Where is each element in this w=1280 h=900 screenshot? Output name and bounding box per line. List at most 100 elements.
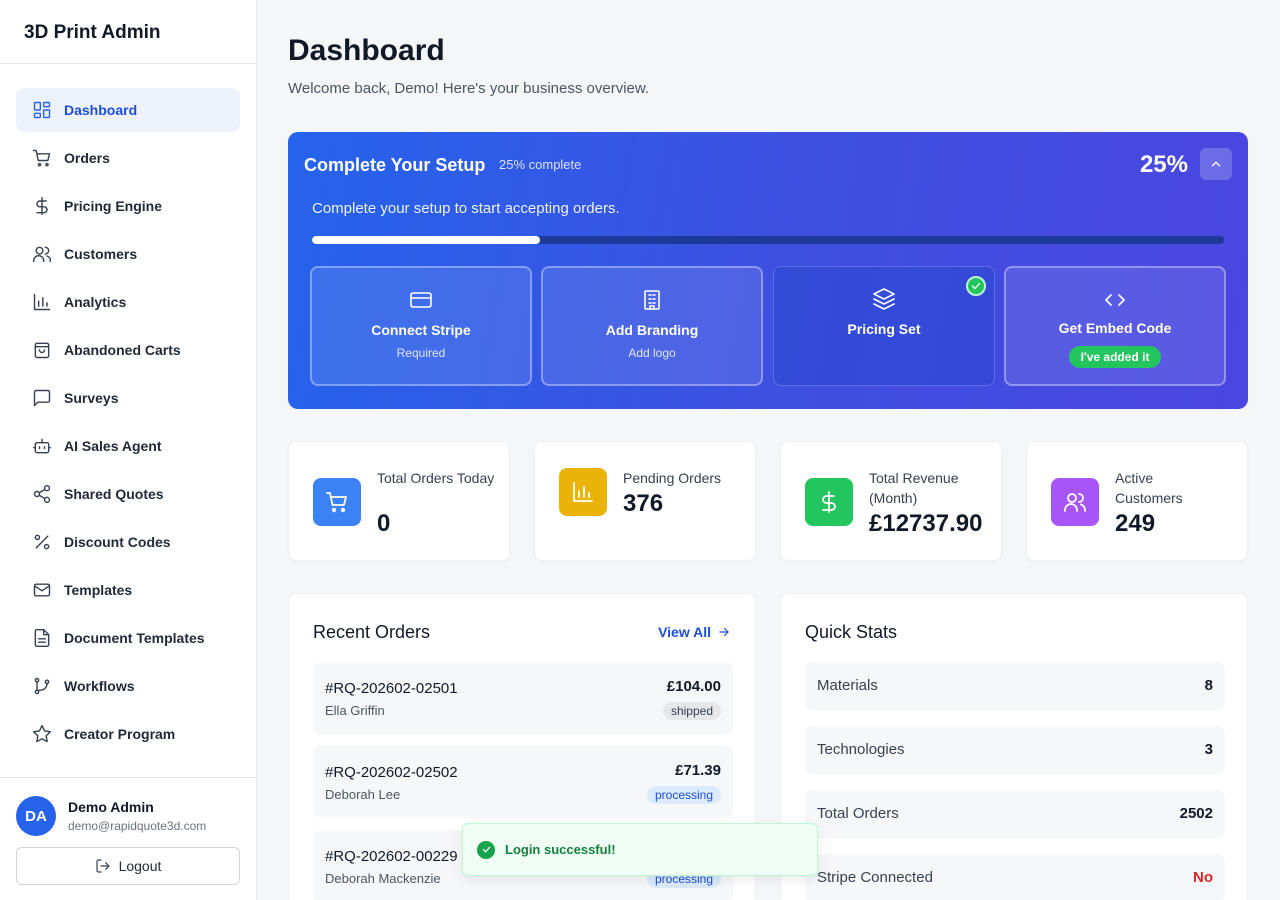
order-id: #RQ-202602-02502: [325, 764, 458, 781]
quick-stat-value: No: [1193, 869, 1213, 886]
sidebar-item-label: Shared Quotes: [64, 486, 164, 502]
setup-title: Complete Your Setup: [304, 155, 486, 175]
dollar-icon: [32, 196, 52, 216]
setup-progress-fill: [312, 236, 540, 244]
quick-stat-label: Materials: [817, 677, 878, 694]
sidebar-item-analytics[interactable]: Analytics: [16, 280, 240, 324]
stat-label: Pending Orders: [623, 470, 722, 486]
page-title: Dashboard: [288, 34, 445, 67]
order-amount: £104.00: [666, 678, 721, 695]
sidebar-item-abandoned-carts[interactable]: Abandoned Carts: [16, 328, 240, 372]
quick-stat-label: Stripe Connected: [817, 869, 933, 886]
sidebar-item-label: Customers: [64, 246, 138, 262]
sidebar-item-discount-codes[interactable]: Discount Codes: [16, 520, 240, 564]
stat-label: Total Orders Today: [377, 470, 495, 486]
stat-card-total-revenue: Total Revenue (Month) £12737.90: [780, 441, 1002, 561]
collapse-button[interactable]: [1200, 148, 1232, 180]
order-amount: £71.39: [675, 762, 721, 779]
sidebar-item-label: Abandoned Carts: [64, 342, 181, 358]
stat-value: 249: [1115, 510, 1156, 537]
user-email: demo@rapidquote3d.com: [68, 819, 207, 833]
sidebar-footer: DA Demo Admin demo@rapidquote3d.com Logo…: [0, 777, 256, 900]
cart-icon: [32, 148, 52, 168]
step-pricing-set[interactable]: Pricing Set: [773, 266, 995, 386]
setup-description: Complete your setup to start accepting o…: [312, 200, 620, 217]
check-circle-icon: [966, 276, 986, 296]
bar-chart-icon: [32, 292, 52, 312]
sidebar-item-workflows[interactable]: Workflows: [16, 664, 240, 708]
credit-card-icon: [409, 288, 433, 312]
brand-title: 3D Print Admin: [0, 0, 256, 64]
sidebar-item-label: Workflows: [64, 678, 135, 694]
percent-icon: [32, 532, 52, 552]
sidebar-item-creator-program[interactable]: Creator Program: [16, 712, 240, 756]
quick-stats-panel: Quick Stats Materials 8 Technologies 3 T…: [780, 593, 1248, 900]
quick-stat-value: 2502: [1179, 805, 1213, 822]
sidebar-item-label: Templates: [64, 582, 133, 598]
sidebar-item-label: Orders: [64, 150, 110, 166]
quick-stat-row: Stripe Connected No: [805, 854, 1225, 900]
sidebar-item-orders[interactable]: Orders: [16, 136, 240, 180]
step-sub: Add logo: [628, 346, 676, 360]
stat-value: 376: [623, 490, 664, 517]
sidebar-item-label: Analytics: [64, 294, 127, 310]
step-connect-stripe[interactable]: Connect Stripe Required: [310, 266, 532, 386]
stat-value: 0: [377, 510, 391, 537]
quick-stats-title: Quick Stats: [805, 622, 898, 642]
status-badge: processing: [646, 786, 721, 804]
stat-card-orders-today: Total Orders Today 0: [288, 441, 510, 561]
sidebar-item-templates[interactable]: Templates: [16, 568, 240, 612]
setup-complete-text: 25% complete: [499, 157, 582, 172]
sidebar-item-shared-quotes[interactable]: Shared Quotes: [16, 472, 240, 516]
stat-value: £12737.90: [869, 510, 983, 537]
toast-notification[interactable]: Login successful!: [462, 823, 818, 876]
avatar: DA: [16, 796, 56, 836]
order-customer: Deborah Lee: [325, 787, 401, 802]
sidebar-item-document-templates[interactable]: Document Templates: [16, 616, 240, 660]
quick-stat-label: Total Orders: [817, 805, 899, 822]
order-row[interactable]: #RQ-202602-02501 Ella Griffin £104.00 sh…: [313, 662, 733, 734]
check-circle-icon: [477, 840, 495, 859]
bar-chart-icon: [559, 468, 607, 516]
added-it-button[interactable]: I've added it: [1068, 346, 1162, 368]
users-icon: [1051, 478, 1099, 526]
sidebar-item-label: Pricing Engine: [64, 198, 163, 214]
quick-stat-label: Technologies: [817, 741, 905, 758]
page-subtitle: Welcome back, Demo! Here's your business…: [288, 80, 650, 97]
message-square-icon: [32, 388, 52, 408]
order-row[interactable]: #RQ-202602-02502 Deborah Lee £71.39 proc…: [313, 746, 733, 818]
sidebar-item-label: Creator Program: [64, 726, 176, 742]
step-name: Get Embed Code: [1058, 320, 1172, 336]
view-all-link[interactable]: View All: [658, 624, 731, 640]
sidebar: 3D Print Admin Dashboard Orders Pricing …: [0, 0, 257, 900]
step-sub: Required: [396, 346, 446, 360]
star-icon: [32, 724, 52, 744]
users-icon: [32, 244, 52, 264]
cart-icon: [313, 478, 361, 526]
step-get-embed-code[interactable]: Get Embed Code I've added it: [1004, 266, 1226, 386]
sidebar-item-label: AI Sales Agent: [64, 438, 162, 454]
sidebar-item-pricing-engine[interactable]: Pricing Engine: [16, 184, 240, 228]
toast-message: Login successful!: [505, 842, 616, 857]
recent-orders-title: Recent Orders: [313, 622, 431, 642]
view-all-label: View All: [658, 624, 711, 640]
sidebar-item-label: Discount Codes: [64, 534, 171, 550]
sidebar-item-customers[interactable]: Customers: [16, 232, 240, 276]
step-add-branding[interactable]: Add Branding Add logo: [541, 266, 763, 386]
quick-stat-row: Materials 8: [805, 662, 1225, 710]
logout-icon: [95, 859, 110, 873]
sidebar-item-label: Dashboard: [64, 102, 138, 118]
setup-percent: 25%: [1139, 151, 1188, 178]
quick-stat-value: 8: [1204, 677, 1213, 694]
sidebar-item-surveys[interactable]: Surveys: [16, 376, 240, 420]
user-name: Demo Admin: [68, 799, 154, 815]
bot-icon: [32, 436, 52, 456]
step-name: Connect Stripe: [371, 322, 471, 338]
order-id: #RQ-202602-00229: [325, 848, 458, 865]
sidebar-item-dashboard[interactable]: Dashboard: [16, 88, 240, 132]
sidebar-item-ai-sales-agent[interactable]: AI Sales Agent: [16, 424, 240, 468]
order-id: #RQ-202602-02501: [325, 680, 458, 697]
setup-progress-bar: [312, 236, 1224, 244]
setup-steps: Connect Stripe Required Add Branding Add…: [310, 266, 1226, 386]
logout-button[interactable]: Logout: [16, 847, 240, 885]
